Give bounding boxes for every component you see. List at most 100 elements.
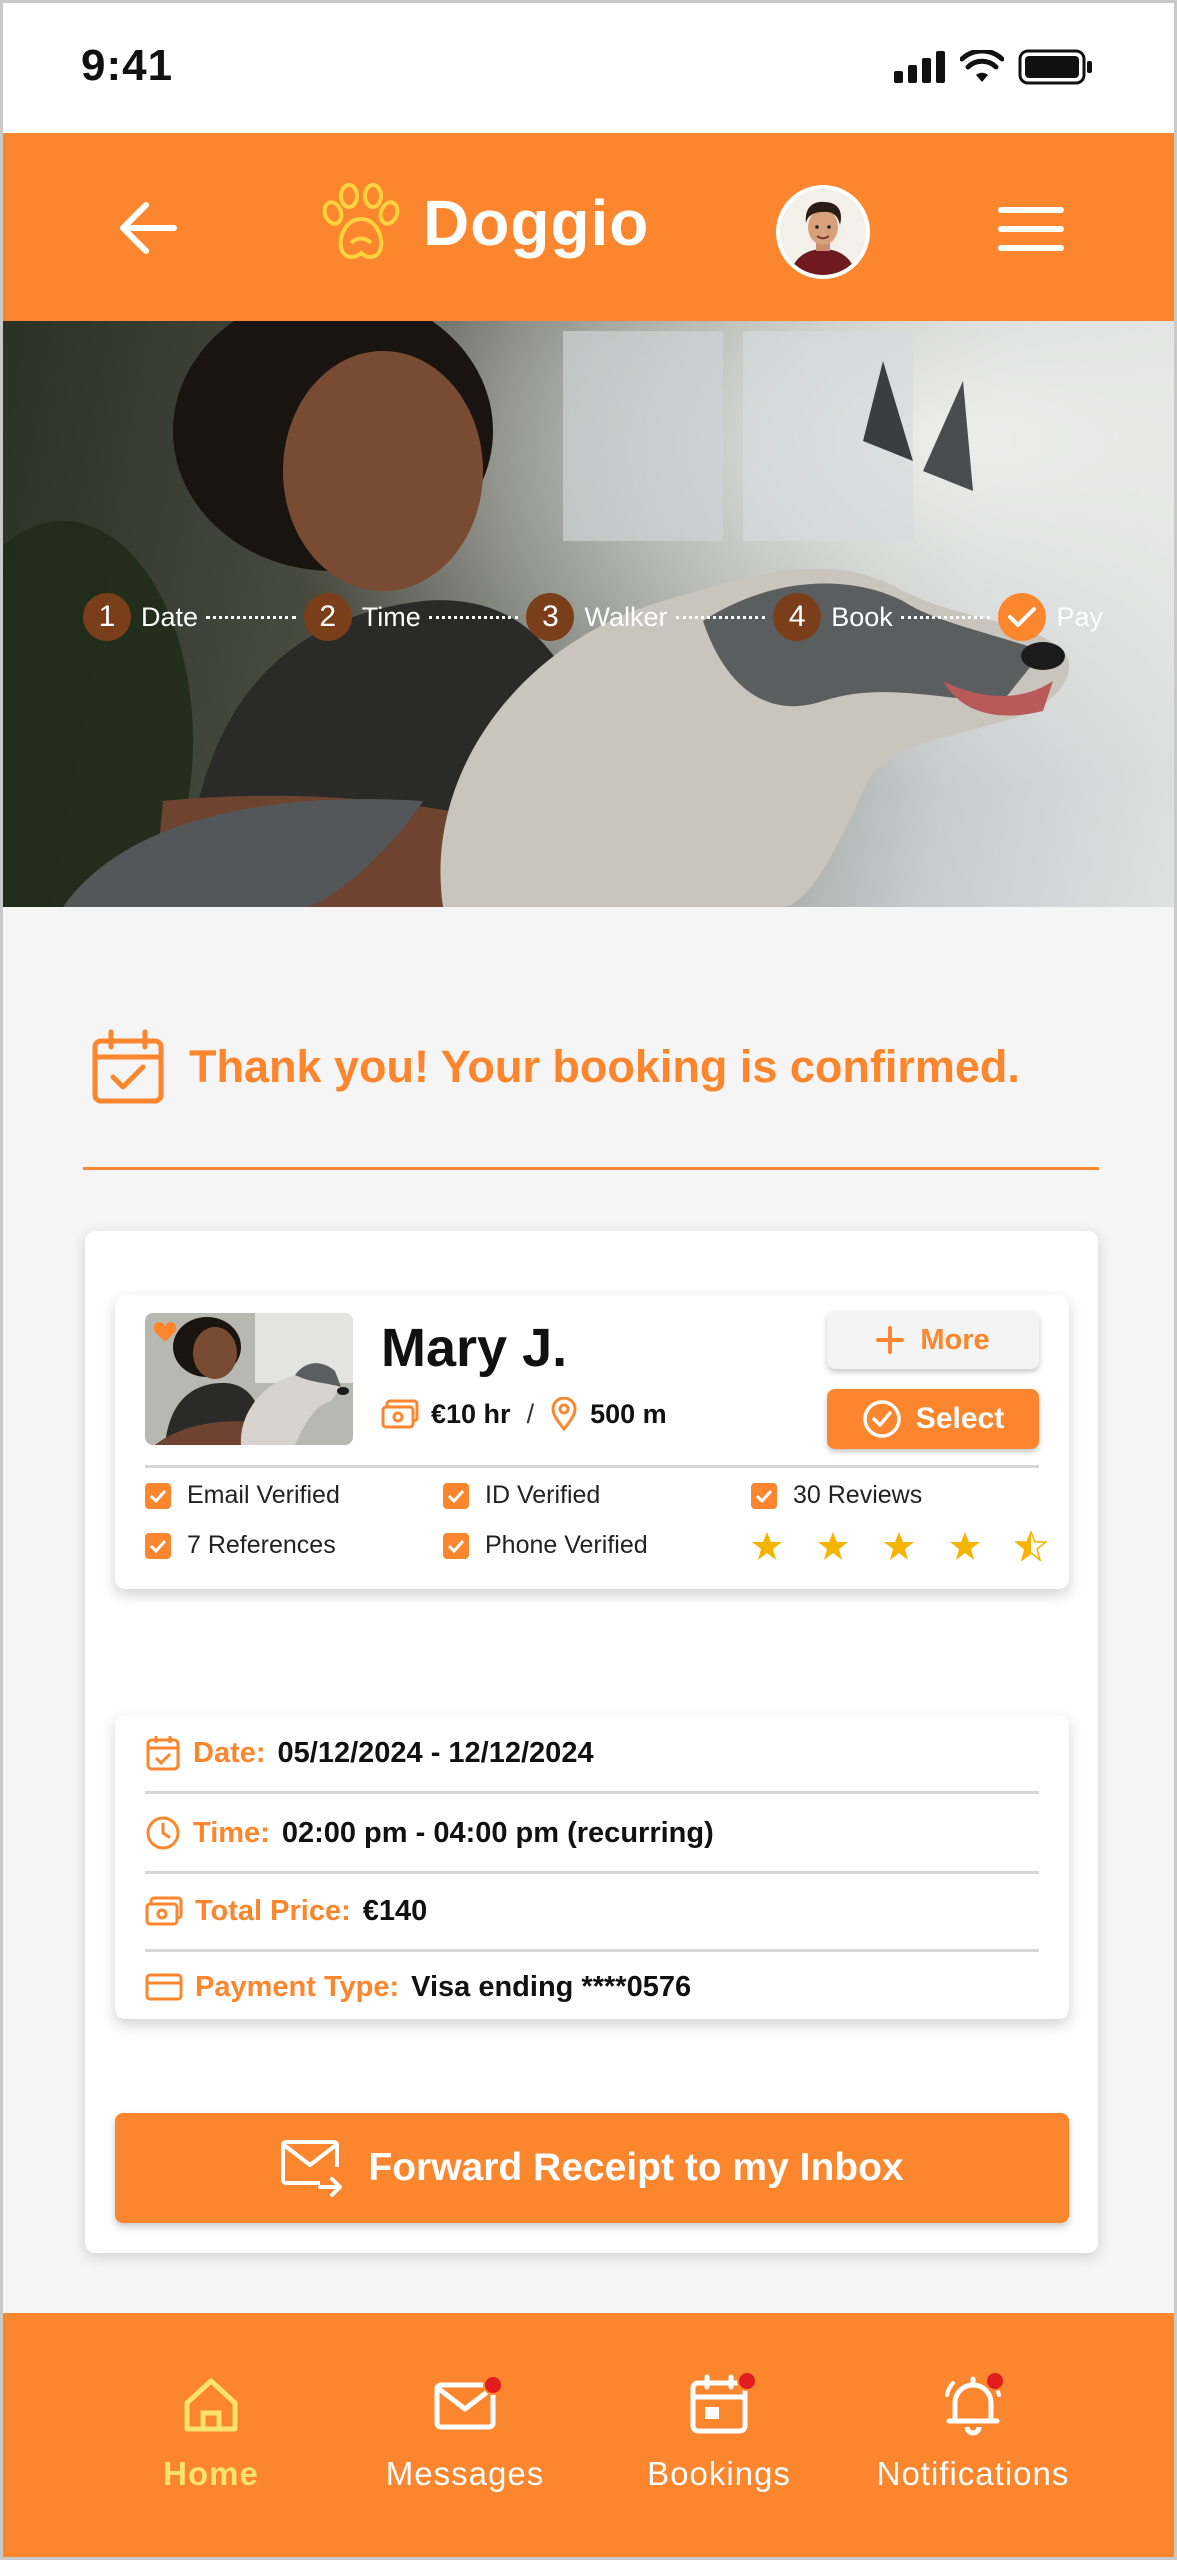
top-app-bar: Doggio — [3, 133, 1174, 321]
money-icon — [145, 1896, 183, 1926]
star-rating — [751, 1531, 1047, 1561]
detail-payment-type: Payment Type: Visa ending ****0576 — [145, 1949, 1039, 2025]
detail-value: 02:00 pm - 04:00 pm (recurring) — [281, 1816, 714, 1849]
checkbox-checked-icon — [145, 1532, 171, 1559]
brand-logo[interactable]: Doggio — [317, 183, 649, 263]
detail-value: 05/12/2024 - 12/12/2024 — [277, 1736, 594, 1769]
step-number: 3 — [526, 593, 575, 641]
bell-icon — [941, 2371, 1005, 2437]
detail-total-price: Total Price: €140 — [145, 1873, 1039, 1949]
status-time: 9:41 — [81, 41, 174, 90]
check-label: 30 Reviews — [793, 1481, 923, 1509]
nav-messages[interactable]: Messages — [345, 2373, 585, 2493]
step-number: 2 — [303, 593, 352, 641]
user-avatar[interactable] — [776, 185, 870, 279]
checkbox-checked-icon — [751, 1482, 777, 1509]
location-pin-icon — [551, 1397, 577, 1431]
nav-home[interactable]: Home — [91, 2373, 331, 2493]
more-button-label: More — [920, 1323, 990, 1356]
forward-button-label: Forward Receipt to my Inbox — [368, 2146, 904, 2189]
walker-name: Mary J. — [381, 1318, 568, 1378]
calendar-check-icon — [92, 1029, 164, 1104]
step-number: 1 — [83, 593, 131, 641]
select-button-label: Select — [915, 1402, 1005, 1435]
clock-icon — [146, 1816, 180, 1850]
step-walker[interactable]: 3 Walker — [526, 593, 668, 641]
battery-icon — [1018, 49, 1092, 85]
step-number: 4 — [773, 593, 822, 641]
walker-distance: 500 m — [590, 1398, 667, 1429]
forward-receipt-button[interactable]: Forward Receipt to my Inbox — [115, 2113, 1069, 2223]
step-book[interactable]: 4 Book — [773, 593, 893, 641]
star-icon — [818, 1532, 848, 1560]
step-connector — [206, 615, 296, 619]
back-arrow-icon[interactable] — [118, 201, 178, 255]
meta-separator: / — [526, 1398, 535, 1429]
star-icon — [752, 1532, 782, 1560]
mail-icon — [433, 2373, 503, 2437]
favorite-heart-icon[interactable] — [153, 1321, 177, 1343]
hamburger-menu-icon[interactable] — [998, 205, 1064, 253]
nav-label: Bookings — [647, 2455, 791, 2492]
check-label: Phone Verified — [485, 1531, 648, 1559]
check-phone-verified: Phone Verified — [443, 1531, 648, 1560]
step-label: Pay — [1056, 601, 1104, 632]
nav-label: Home — [163, 2455, 259, 2492]
notification-dot — [985, 2371, 1005, 2391]
checkbox-checked-icon — [443, 1532, 469, 1559]
status-bar: 9:41 — [3, 3, 1174, 133]
walker-meta: €10 hr / 500 m — [381, 1397, 667, 1431]
notification-dot — [737, 2371, 757, 2391]
mail-forward-icon — [281, 2140, 343, 2197]
check-reviews: 30 Reviews — [751, 1481, 922, 1510]
walker-rate: €10 hr — [431, 1398, 511, 1429]
step-connector — [900, 615, 991, 619]
wifi-icon — [960, 50, 1004, 82]
checkbox-checked-icon — [443, 1482, 469, 1509]
detail-key: Time: — [193, 1816, 270, 1849]
star-half-icon — [1015, 1531, 1047, 1561]
walker-photo — [145, 1313, 353, 1445]
plus-icon — [876, 1326, 905, 1354]
step-connector — [428, 615, 519, 619]
star-icon — [884, 1532, 914, 1560]
app-screen: 9:41 Doggio 1 Date 2 Time 3 Walker 4 Boo… — [0, 0, 1177, 2560]
nav-label: Notifications — [876, 2455, 1070, 2492]
nav-bookings[interactable]: Bookings — [599, 2371, 839, 2493]
detail-key: Total Price: — [195, 1894, 351, 1927]
detail-time: Time: 02:00 pm - 04:00 pm (recurring) — [145, 1795, 1039, 1871]
check-circle-icon — [863, 1400, 901, 1438]
signal-icon — [894, 51, 945, 83]
nav-label: Messages — [385, 2455, 545, 2492]
star-icon — [950, 1532, 980, 1560]
detail-key: Payment Type: — [195, 1970, 400, 2003]
confirmation-message: Thank you! Your booking is confirmed. — [189, 1041, 1020, 1092]
step-time[interactable]: 2 Time — [303, 593, 421, 641]
walker-divider — [145, 1465, 1039, 1468]
select-button[interactable]: Select — [827, 1389, 1039, 1449]
check-references: 7 References — [145, 1531, 336, 1560]
paw-icon — [322, 183, 400, 259]
more-button[interactable]: More — [827, 1311, 1039, 1369]
money-icon — [381, 1399, 419, 1429]
brand-name: Doggio — [423, 187, 650, 259]
booking-details: Date: 05/12/2024 - 12/12/2024 Time: 02:0… — [115, 1715, 1069, 2019]
step-pay[interactable]: Pay — [998, 593, 1103, 641]
detail-key: Date: — [193, 1736, 266, 1769]
nav-notifications[interactable]: Notifications — [853, 2371, 1093, 2493]
check-label: ID Verified — [485, 1481, 601, 1509]
calendar-icon — [687, 2371, 757, 2437]
calendar-icon — [146, 1736, 180, 1771]
check-id-verified: ID Verified — [443, 1481, 600, 1510]
checkbox-checked-icon — [145, 1482, 171, 1509]
step-label: Book — [831, 601, 893, 632]
step-date[interactable]: 1 Date — [83, 593, 198, 641]
walker-card: Mary J. €10 hr / 500 m More Select Email… — [115, 1295, 1069, 1589]
check-email-verified: Email Verified — [145, 1481, 340, 1510]
check-label: 7 References — [187, 1531, 336, 1559]
detail-value: €140 — [362, 1894, 428, 1927]
booking-stepper: 1 Date 2 Time 3 Walker 4 Book Pay — [83, 589, 1103, 645]
credit-card-icon — [145, 1973, 183, 2001]
section-divider — [83, 1167, 1099, 1170]
step-label: Time — [361, 601, 421, 632]
